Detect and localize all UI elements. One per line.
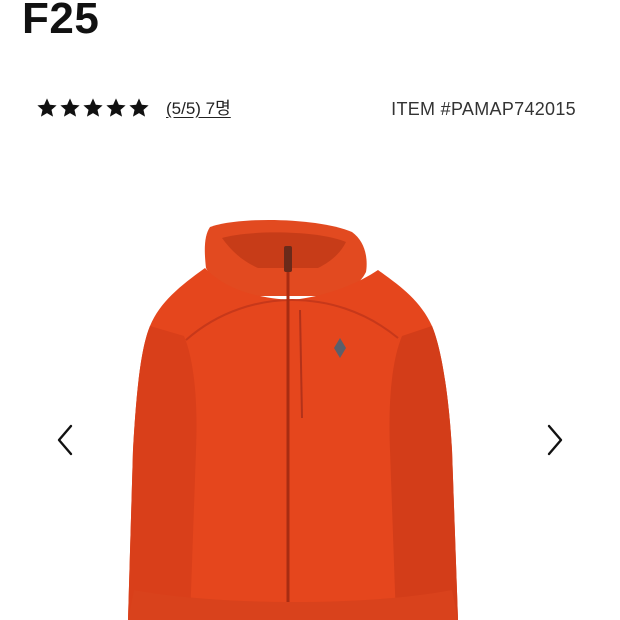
- product-image: [128, 219, 458, 620]
- rating-row: (5/5) 7명 ITEM #PAMAP742015: [36, 95, 576, 123]
- chevron-right-icon: [547, 424, 563, 456]
- star-icon: [106, 98, 126, 117]
- product-page: F25 (5/5) 7명 ITEM #PAMAP742015: [0, 0, 620, 620]
- product-title: F25: [22, 0, 100, 43]
- star-icon: [83, 98, 103, 117]
- star-icon: [37, 98, 57, 117]
- product-image-carousel: [0, 150, 620, 620]
- star-icon: [60, 98, 80, 117]
- star-rating: [36, 97, 150, 119]
- carousel-prev-button[interactable]: [50, 422, 80, 458]
- star-icon: [129, 98, 149, 117]
- reviews-link[interactable]: (5/5) 7명: [166, 98, 231, 120]
- item-number: ITEM #PAMAP742015: [391, 99, 576, 119]
- carousel-next-button[interactable]: [540, 422, 570, 458]
- chevron-left-icon: [57, 424, 73, 456]
